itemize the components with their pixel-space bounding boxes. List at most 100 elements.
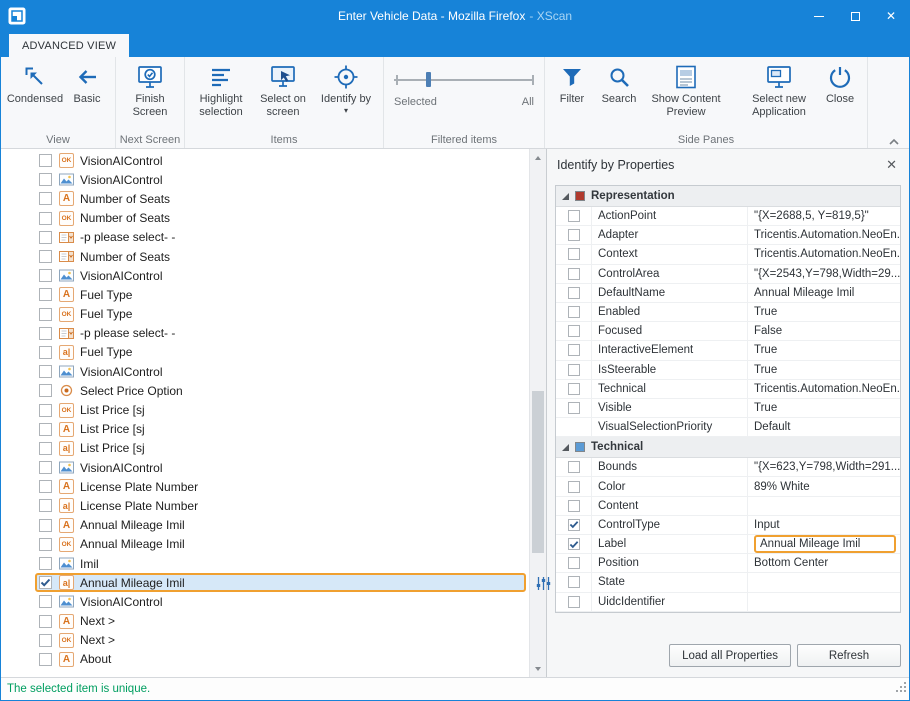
tree-item-checkbox[interactable] — [39, 519, 52, 532]
property-row[interactable]: DefaultNameAnnual Mileage Imil — [556, 284, 900, 303]
property-checkbox[interactable] — [568, 402, 580, 414]
tree-item[interactable]: AAbout — [1, 650, 529, 669]
property-row[interactable]: VisualSelectionPriorityDefault — [556, 418, 900, 437]
property-row[interactable]: IsSteerableTrue — [556, 361, 900, 380]
property-checkbox[interactable] — [568, 364, 580, 376]
tree-item-checkbox[interactable] — [39, 173, 52, 186]
tree-item[interactable]: OKNumber of Seats — [1, 209, 529, 228]
section-expander-icon[interactable] — [562, 444, 569, 451]
tree-item[interactable]: -p please select- - — [1, 228, 529, 247]
show-content-preview-button[interactable]: Show Content Preview — [644, 60, 728, 118]
tree-item[interactable]: Select Price Option — [1, 381, 529, 400]
tree-item[interactable]: AList Price [sj — [1, 420, 529, 439]
tree-item[interactable]: VisionAIControl — [1, 592, 529, 611]
highlight-selection-button[interactable]: Highlight selection — [190, 60, 252, 118]
tree-item[interactable]: Imil — [1, 554, 529, 573]
tree-item[interactable]: OKFuel Type — [1, 305, 529, 324]
property-checkbox[interactable] — [568, 287, 580, 299]
tree-item[interactable]: VisionAIControl — [1, 170, 529, 189]
tree-item[interactable]: AFuel Type — [1, 285, 529, 304]
tree-item[interactable]: Number of Seats — [1, 247, 529, 266]
basic-button[interactable]: Basic — [64, 60, 110, 106]
property-row[interactable]: Color89% White — [556, 477, 900, 496]
tree-item-checkbox[interactable] — [39, 653, 52, 666]
property-row[interactable]: VisibleTrue — [556, 399, 900, 418]
load-all-properties-button[interactable]: Load all Properties — [669, 644, 791, 667]
refresh-button[interactable]: Refresh — [797, 644, 901, 667]
scroll-up-button[interactable] — [530, 149, 546, 166]
tree-item-checkbox[interactable] — [39, 615, 52, 628]
tree-item-checkbox[interactable] — [39, 499, 52, 512]
tree-item-checkbox[interactable] — [39, 480, 52, 493]
property-row[interactable]: ControlArea"{X=2543,Y=798,Width=29... — [556, 265, 900, 284]
property-row[interactable]: UidcIdentifier — [556, 593, 900, 612]
tree-item-checkbox[interactable] — [39, 576, 52, 589]
close-xscan-button[interactable]: Close — [818, 60, 862, 106]
tab-advanced-view[interactable]: ADVANCED VIEW — [9, 34, 129, 57]
tree-item-checkbox[interactable] — [39, 212, 52, 225]
tree-item[interactable]: a|Annual Mileage Imil — [35, 573, 526, 592]
property-checkbox[interactable] — [568, 306, 580, 318]
tree-item-checkbox[interactable] — [39, 404, 52, 417]
filter-button[interactable]: Filter — [550, 60, 594, 106]
tree-item-checkbox[interactable] — [39, 269, 52, 282]
steering-params-icon[interactable] — [535, 575, 552, 597]
tree-item[interactable]: ANumber of Seats — [1, 189, 529, 208]
tree-item-checkbox[interactable] — [39, 192, 52, 205]
property-checkbox[interactable] — [568, 268, 580, 280]
tree-item[interactable]: VisionAIControl — [1, 266, 529, 285]
tree-item[interactable]: a|License Plate Number — [1, 496, 529, 515]
property-checkbox[interactable] — [568, 519, 580, 531]
finish-screen-button[interactable]: Finish Screen — [121, 60, 179, 118]
condensed-button[interactable]: Condensed — [6, 60, 64, 106]
scroll-down-button[interactable] — [530, 660, 546, 677]
tree-item-checkbox[interactable] — [39, 423, 52, 436]
property-checkbox[interactable] — [568, 248, 580, 260]
identify-by-button[interactable]: Identify by ▾ — [314, 60, 378, 115]
property-row[interactable]: LabelAnnual Mileage Imil — [556, 535, 900, 554]
tree-item-checkbox[interactable] — [39, 595, 52, 608]
tree-item-checkbox[interactable] — [39, 538, 52, 551]
tree-item[interactable]: ALicense Plate Number — [1, 477, 529, 496]
minimize-button[interactable] — [801, 1, 837, 31]
property-checkbox[interactable] — [568, 557, 580, 569]
tree-item[interactable]: AAnnual Mileage Imil — [1, 516, 529, 535]
tree-item[interactable]: -p please select- - — [1, 324, 529, 343]
property-row[interactable]: ControlTypeInput — [556, 516, 900, 535]
tree-item-checkbox[interactable] — [39, 327, 52, 340]
property-row[interactable]: FocusedFalse — [556, 322, 900, 341]
tree-item[interactable]: VisionAIControl — [1, 458, 529, 477]
property-row[interactable]: AdapterTricentis.Automation.NeoEn... — [556, 226, 900, 245]
property-checkbox[interactable] — [568, 229, 580, 241]
property-row[interactable]: State — [556, 573, 900, 592]
property-checkbox[interactable] — [568, 596, 580, 608]
slider-thumb[interactable] — [426, 72, 431, 87]
tree-item[interactable]: OKVisionAIControl — [1, 151, 529, 170]
select-on-screen-button[interactable]: Select on screen — [252, 60, 314, 118]
tree-item[interactable]: a|Fuel Type — [1, 343, 529, 362]
tree-item[interactable]: a|List Price [sj — [1, 439, 529, 458]
tree-item-checkbox[interactable] — [39, 384, 52, 397]
tree-item[interactable]: OKNext > — [1, 631, 529, 650]
tree-item-checkbox[interactable] — [39, 346, 52, 359]
property-row[interactable]: ActionPoint"{X=2688,5, Y=819,5}" — [556, 207, 900, 226]
tree-item[interactable]: ANext > — [1, 612, 529, 631]
tree-item-checkbox[interactable] — [39, 154, 52, 167]
tree-item-checkbox[interactable] — [39, 557, 52, 570]
slider-track[interactable] — [394, 72, 534, 87]
tree-item-checkbox[interactable] — [39, 308, 52, 321]
tree-scrollbar[interactable] — [529, 149, 546, 677]
section-header[interactable]: Representation — [556, 186, 900, 207]
property-checkbox[interactable] — [568, 325, 580, 337]
close-window-button[interactable]: ✕ — [873, 1, 909, 31]
tree-item-checkbox[interactable] — [39, 231, 52, 244]
collapse-ribbon-button[interactable] — [887, 134, 901, 144]
tree-item-checkbox[interactable] — [39, 461, 52, 474]
tree-item-checkbox[interactable] — [39, 250, 52, 263]
property-checkbox[interactable] — [568, 210, 580, 222]
property-row[interactable]: ContextTricentis.Automation.NeoEn... — [556, 245, 900, 264]
tree-item[interactable]: OKAnnual Mileage Imil — [1, 535, 529, 554]
property-checkbox[interactable] — [568, 481, 580, 493]
search-button[interactable]: Search — [594, 60, 644, 106]
section-expander-icon[interactable] — [562, 193, 569, 200]
